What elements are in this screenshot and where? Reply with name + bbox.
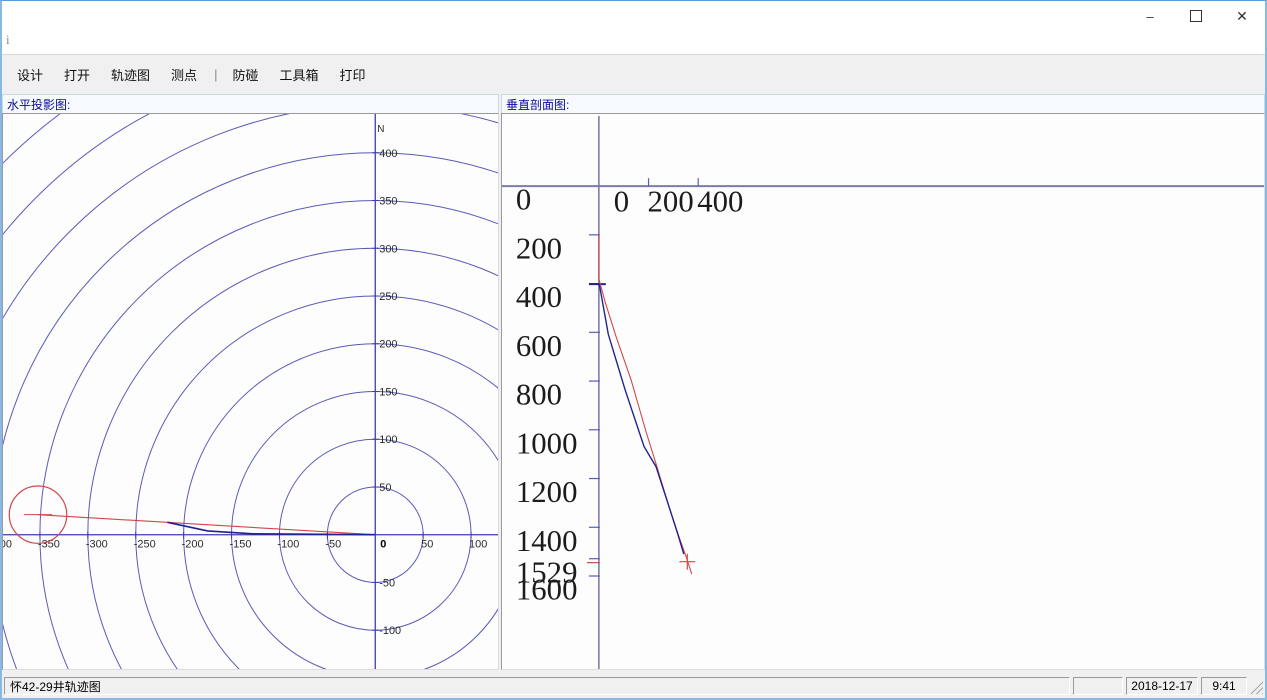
x-tick-label: 100 bbox=[469, 539, 487, 551]
minimize-button[interactable]: – bbox=[1127, 1, 1173, 31]
depth-label: 0 bbox=[516, 183, 531, 217]
depth-label: 200 bbox=[516, 231, 562, 265]
plan-chart-svg: -400 -350 -300 -250 -200 -150 -100 -50 50 100 0 400… bbox=[3, 114, 498, 669]
y-tick-label: -50 bbox=[379, 577, 395, 589]
y-tick-label: 400 bbox=[379, 148, 397, 160]
menu-item-design[interactable]: 设计 bbox=[11, 63, 49, 86]
depth-label: 1400 bbox=[516, 524, 578, 558]
x-tick-label: -250 bbox=[134, 539, 156, 551]
status-well-label: 怀42-29井轨迹图 bbox=[4, 677, 1070, 695]
depth-label: 1600 bbox=[516, 573, 578, 607]
status-date: 2018-12-17 bbox=[1126, 677, 1198, 695]
section-panel-title: 垂直剖面图: bbox=[501, 94, 1265, 113]
design-trajectory-section bbox=[599, 235, 692, 574]
y-tick-label: 150 bbox=[379, 386, 397, 398]
north-label: N bbox=[377, 124, 384, 135]
range-ring-200 bbox=[184, 344, 498, 669]
section-chart-svg: 0200400020040060080010001200140015291600 bbox=[502, 114, 1264, 669]
section-chart-area: 0200400020040060080010001200140015291600 bbox=[501, 113, 1265, 670]
depth-label: 800 bbox=[516, 378, 562, 412]
x-tick-label: -100 bbox=[277, 539, 299, 551]
plan-panel: 水平投影图: -400 -350 -300 -250 -200 -150 -100 -50 50… bbox=[2, 94, 499, 670]
range-ring-250 bbox=[136, 296, 498, 669]
depth-label: 1200 bbox=[516, 475, 578, 509]
x-tick-label: -50 bbox=[325, 539, 341, 551]
y-tick-label: -100 bbox=[379, 625, 401, 637]
depth-label: 400 bbox=[516, 280, 562, 314]
status-spare-cell bbox=[1073, 677, 1123, 695]
menu-item-trajectory-map[interactable]: 轨迹图 bbox=[105, 63, 156, 86]
origin-label: 0 bbox=[380, 539, 386, 551]
y-tick-label: 50 bbox=[379, 482, 391, 494]
menu-item-open[interactable]: 打开 bbox=[58, 63, 96, 86]
menu-item-survey-points[interactable]: 测点 bbox=[165, 63, 203, 86]
y-tick-label: 250 bbox=[379, 291, 397, 303]
menu-item-anti-collision[interactable]: 防碰 bbox=[226, 63, 264, 86]
range-ring-400 bbox=[3, 153, 498, 669]
caret-mark: i bbox=[6, 32, 10, 48]
design-trajectory-plan bbox=[38, 515, 375, 535]
x-tick-label: -400 bbox=[3, 539, 12, 551]
depth-label: 600 bbox=[516, 329, 562, 363]
menu-bar: 设计打开轨迹图测点 | 防碰工具箱打印 bbox=[2, 54, 1265, 94]
main-content: 水平投影图: -400 -350 -300 -250 -200 -150 -100 -50 50… bbox=[2, 94, 1265, 670]
x-tick-label: -350 bbox=[38, 539, 60, 551]
displacement-label: 200 bbox=[648, 185, 694, 219]
section-panel: 垂直剖面图: 020040002004006008001000120014001… bbox=[501, 94, 1265, 670]
status-bar: 怀42-29井轨迹图 2018-12-17 9:41 bbox=[2, 670, 1265, 699]
range-ring-150 bbox=[232, 392, 498, 670]
close-icon: ✕ bbox=[1236, 8, 1248, 25]
range-ring-350 bbox=[40, 201, 498, 669]
range-ring-450 bbox=[3, 114, 498, 669]
menu-item-print[interactable]: 打印 bbox=[333, 63, 371, 86]
y-tick-label: 100 bbox=[379, 434, 397, 446]
menu-item-toolbox[interactable]: 工具箱 bbox=[273, 63, 324, 86]
x-tick-label: -300 bbox=[86, 539, 108, 551]
y-tick-label: 350 bbox=[379, 196, 397, 208]
x-tick-label: -150 bbox=[230, 539, 252, 551]
maximize-button[interactable] bbox=[1173, 1, 1219, 31]
minimize-icon: – bbox=[1146, 9, 1153, 24]
plan-chart-area: -400 -350 -300 -250 -200 -150 -100 -50 50 100 0 400… bbox=[2, 113, 499, 670]
app-window: – ✕ i 设计打开轨迹图测点|防碰工具箱打印 水平投影图: -400-350-… bbox=[0, 0, 1267, 700]
depth-label: 1000 bbox=[516, 426, 578, 460]
title-bar: – ✕ bbox=[2, 1, 1265, 31]
y-tick-label: 200 bbox=[379, 339, 397, 351]
resize-grip[interactable] bbox=[1250, 681, 1263, 694]
status-time: 9:41 bbox=[1201, 677, 1247, 695]
close-button[interactable]: ✕ bbox=[1219, 1, 1265, 31]
x-tick-label: 50 bbox=[421, 539, 433, 551]
maximize-icon bbox=[1190, 10, 1202, 22]
range-ring-550 bbox=[3, 114, 498, 669]
range-ring-300 bbox=[88, 248, 498, 669]
plan-panel-title: 水平投影图: bbox=[2, 94, 499, 113]
y-tick-label: 300 bbox=[379, 243, 397, 255]
displacement-label: 400 bbox=[697, 185, 743, 219]
menu-divider: | bbox=[214, 67, 217, 82]
toolbar-strip: i bbox=[2, 31, 1265, 54]
x-tick-label: -200 bbox=[182, 539, 204, 551]
displacement-label: 0 bbox=[614, 185, 629, 219]
range-ring-500 bbox=[3, 114, 498, 669]
